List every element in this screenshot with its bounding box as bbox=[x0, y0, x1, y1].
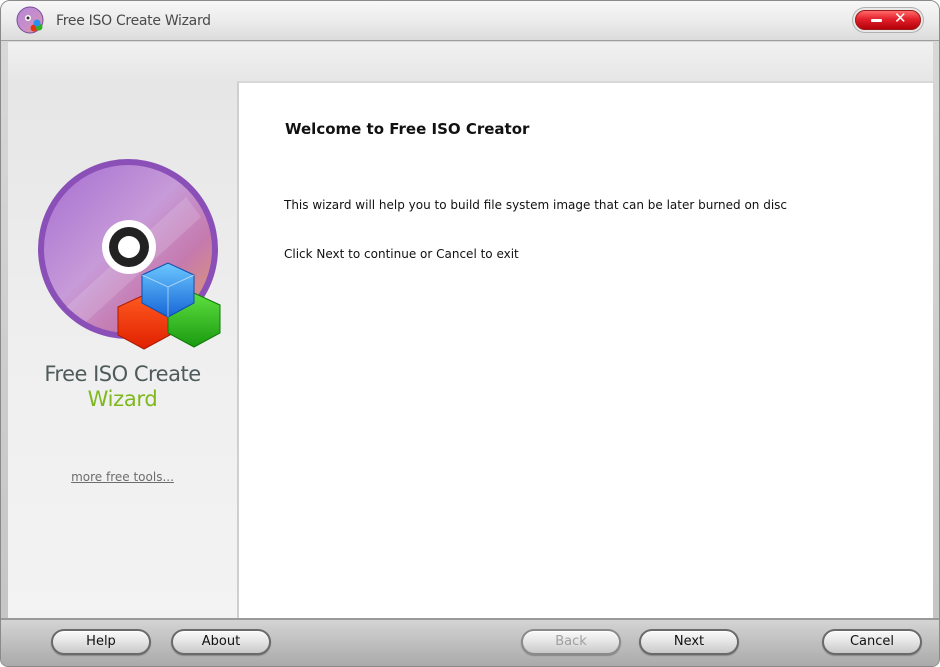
wizard-window: Free ISO Create Wizard ✕ Free ISO Create… bbox=[0, 0, 940, 667]
header-band bbox=[8, 42, 933, 81]
app-disc-icon bbox=[16, 6, 44, 34]
next-button[interactable]: Next bbox=[639, 629, 739, 655]
close-icon[interactable]: ✕ bbox=[894, 9, 907, 27]
instruction-text: Click Next to continue or Cancel to exit bbox=[284, 247, 519, 261]
page-title: Welcome to Free ISO Creator bbox=[285, 120, 530, 138]
minimize-icon[interactable] bbox=[871, 19, 882, 22]
caption-buttons: ✕ bbox=[855, 9, 921, 30]
about-button[interactable]: About bbox=[171, 629, 271, 655]
button-bar: Help About Back Next Cancel bbox=[1, 618, 939, 666]
cancel-button[interactable]: Cancel bbox=[822, 629, 922, 655]
title-bar[interactable]: Free ISO Create Wizard ✕ bbox=[1, 1, 939, 41]
wizard-page: Welcome to Free ISO Creator This wizard … bbox=[237, 81, 933, 618]
help-button[interactable]: Help bbox=[51, 629, 151, 655]
back-button[interactable]: Back bbox=[521, 629, 621, 655]
sidebar: Free ISO Create Wizard more free tools..… bbox=[8, 81, 237, 618]
logo-title: Free ISO Create bbox=[44, 362, 201, 386]
intro-text: This wizard will help you to build file … bbox=[284, 198, 788, 212]
disc-with-cubes-icon bbox=[38, 159, 221, 350]
window-title: Free ISO Create Wizard bbox=[56, 13, 211, 29]
logo-subtitle: Wizard bbox=[87, 387, 158, 411]
more-free-tools-link[interactable]: more free tools... bbox=[8, 470, 237, 484]
